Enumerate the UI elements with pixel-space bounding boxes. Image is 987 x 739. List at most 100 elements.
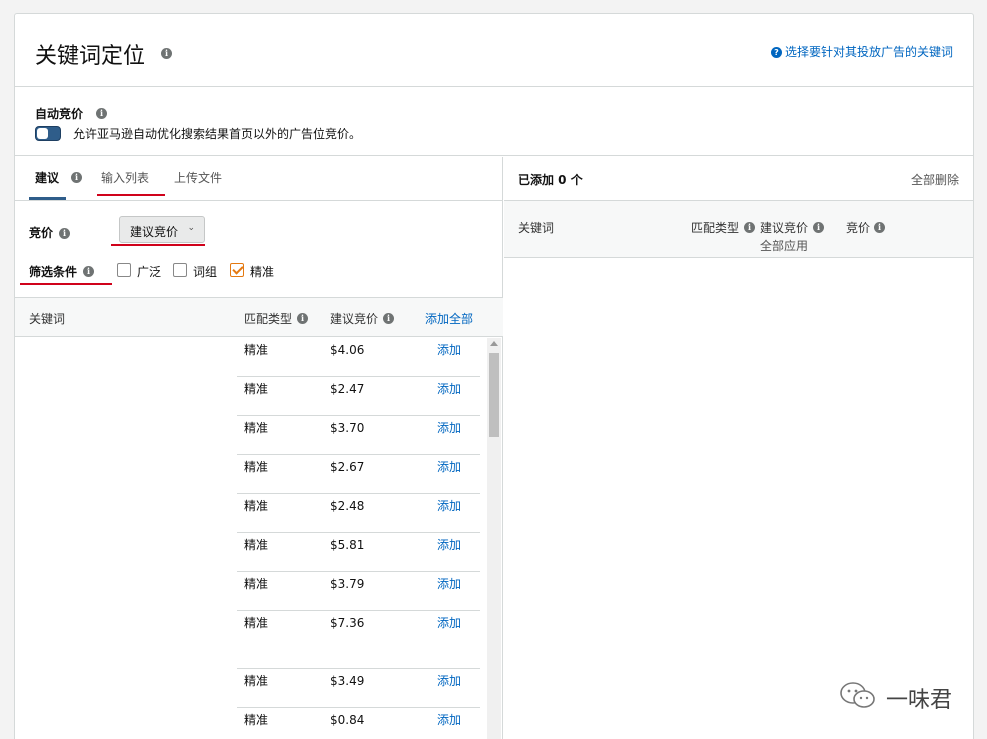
match-type-cell: 精准	[244, 460, 269, 474]
added-table-header: 关键词 匹配类型 i 建议竞价 i 全部应用 竞价 i	[504, 201, 973, 258]
info-icon[interactable]: i	[59, 228, 70, 239]
suggestions-pane: 建议 i 输入列表 上传文件 竞价 i 建议竞价 ⌄ 筛选条件 i 广泛 词组 …	[15, 157, 503, 739]
column-suggested-bid: 建议竞价	[330, 312, 379, 326]
table-row: 精准 $5.81 添加	[237, 533, 480, 572]
auto-bid-section: 自动竞价 i 允许亚马逊自动优化搜索结果首页以外的广告位竞价。	[15, 88, 973, 156]
info-icon[interactable]: i	[744, 222, 755, 233]
table-row: 精准 $2.67 添加	[237, 455, 480, 494]
add-link[interactable]: 添加	[437, 419, 461, 436]
info-icon[interactable]: i	[297, 313, 308, 324]
match-type-cell: 精准	[244, 674, 269, 688]
info-icon[interactable]: i	[71, 172, 82, 183]
add-link[interactable]: 添加	[437, 341, 461, 358]
table-row: 精准 $7.36 添加	[237, 611, 480, 669]
remove-all-link[interactable]: 全部删除	[911, 171, 959, 188]
table-row: 精准 $3.79 添加	[237, 572, 480, 611]
wechat-icon	[840, 682, 875, 708]
scroll-thumb[interactable]	[489, 353, 499, 437]
scroll-up-arrow-icon[interactable]	[490, 341, 498, 346]
tab-enter-list[interactable]: 输入列表	[101, 169, 149, 186]
annotation-underline	[97, 194, 165, 196]
match-type-cell: 精准	[244, 343, 269, 357]
add-all-link[interactable]: 添加全部	[425, 310, 473, 327]
add-link[interactable]: 添加	[437, 380, 461, 397]
bid-cell: $5.81	[330, 538, 365, 552]
tab-upload-file[interactable]: 上传文件	[174, 169, 222, 186]
table-row: 精准 $3.49 添加	[237, 669, 480, 708]
add-link[interactable]: 添加	[437, 711, 461, 728]
suggestion-rows: 精准 $4.06 添加 精准 $2.47 添加 精准 $3.70 添加 精准 $…	[15, 338, 487, 739]
info-icon[interactable]: i	[96, 108, 107, 119]
keyword-targeting-panel: 关键词定位 i ? 选择要针对其投放广告的关键词 自动竞价 i 允许亚马逊自动优化…	[14, 13, 974, 739]
match-type-cell: 精准	[244, 421, 269, 435]
added-count-title: 已添加 0 个	[518, 173, 583, 187]
add-link[interactable]: 添加	[437, 536, 461, 553]
bid-cell: $3.70	[330, 421, 365, 435]
match-type-cell: 精准	[244, 499, 269, 513]
add-link[interactable]: 添加	[437, 614, 461, 631]
add-link[interactable]: 添加	[437, 575, 461, 592]
bid-select[interactable]: 建议竞价 ⌄	[119, 216, 205, 243]
table-row: 精准 $0.84 添加	[237, 708, 480, 739]
help-link-label: 选择要针对其投放广告的关键词	[784, 45, 953, 59]
table-row: 精准 $4.06 添加	[237, 338, 480, 377]
column-suggested-bid: 建议竞价	[760, 221, 809, 235]
auto-bid-title: 自动竞价	[35, 107, 84, 121]
info-icon[interactable]: i	[83, 266, 94, 277]
filter-phrase-checkbox[interactable]	[173, 263, 187, 277]
bid-cell: $7.36	[330, 616, 365, 630]
match-type-cell: 精准	[244, 616, 269, 630]
bid-label: 竞价	[29, 226, 54, 240]
add-link[interactable]: 添加	[437, 497, 461, 514]
active-tab-indicator	[29, 197, 66, 200]
filter-broad-label: 广泛	[137, 265, 162, 279]
match-type-cell: 精准	[244, 577, 269, 591]
help-icon: ?	[770, 47, 782, 58]
column-match-type: 匹配类型	[691, 221, 740, 235]
add-link[interactable]: 添加	[437, 458, 461, 475]
table-row: 精准 $3.70 添加	[237, 416, 480, 455]
annotation-underline	[111, 244, 205, 246]
bid-select-value: 建议竞价	[130, 225, 179, 239]
added-pane: 已添加 0 个 全部删除 关键词 匹配类型 i 建议竞价 i 全部应用 竞价 i	[504, 157, 973, 739]
column-bid: 竞价	[846, 221, 871, 235]
info-icon[interactable]: i	[383, 313, 394, 324]
toggle-knob	[37, 128, 48, 139]
apply-all-link[interactable]: 全部应用	[760, 237, 808, 254]
bid-cell: $4.06	[330, 343, 365, 357]
bid-cell: $2.67	[330, 460, 365, 474]
table-row: 精准 $2.48 添加	[237, 494, 480, 533]
match-type-cell: 精准	[244, 382, 269, 396]
bid-cell: $2.48	[330, 499, 365, 513]
bid-cell: $0.84	[330, 713, 365, 727]
annotation-underline	[20, 283, 112, 285]
table-row: 精准 $2.47 添加	[237, 377, 480, 416]
page-title: 关键词定位	[35, 44, 146, 69]
bid-cell: $3.79	[330, 577, 365, 591]
info-icon[interactable]: i	[813, 222, 824, 233]
filter-broad-checkbox[interactable]	[117, 263, 131, 277]
watermark-text: 一味君	[886, 688, 953, 713]
bid-cell: $2.47	[330, 382, 365, 396]
tab-bar: 建议 i 输入列表 上传文件	[15, 157, 503, 201]
filter-phrase-label: 词组	[193, 265, 218, 279]
tab-suggestions[interactable]: 建议	[35, 169, 59, 186]
column-keyword: 关键词	[29, 312, 66, 326]
column-match-type: 匹配类型	[244, 312, 293, 326]
info-icon[interactable]: i	[161, 48, 172, 59]
add-link[interactable]: 添加	[437, 672, 461, 689]
scrollbar[interactable]	[487, 338, 501, 739]
watermark: 一味君	[838, 680, 968, 716]
bid-cell: $3.49	[330, 674, 365, 688]
auto-bid-description: 允许亚马逊自动优化搜索结果首页以外的广告位竞价。	[73, 127, 362, 141]
chevron-down-icon: ⌄	[187, 223, 195, 233]
help-link[interactable]: ? 选择要针对其投放广告的关键词	[770, 43, 953, 60]
info-icon[interactable]: i	[874, 222, 885, 233]
column-keyword: 关键词	[518, 221, 555, 235]
filter-exact-checkbox[interactable]	[230, 263, 244, 277]
match-type-cell: 精准	[244, 713, 269, 727]
auto-bid-toggle[interactable]	[35, 126, 61, 141]
match-type-cell: 精准	[244, 538, 269, 552]
added-header: 已添加 0 个 全部删除	[504, 157, 973, 201]
filter-label: 筛选条件	[29, 265, 78, 279]
